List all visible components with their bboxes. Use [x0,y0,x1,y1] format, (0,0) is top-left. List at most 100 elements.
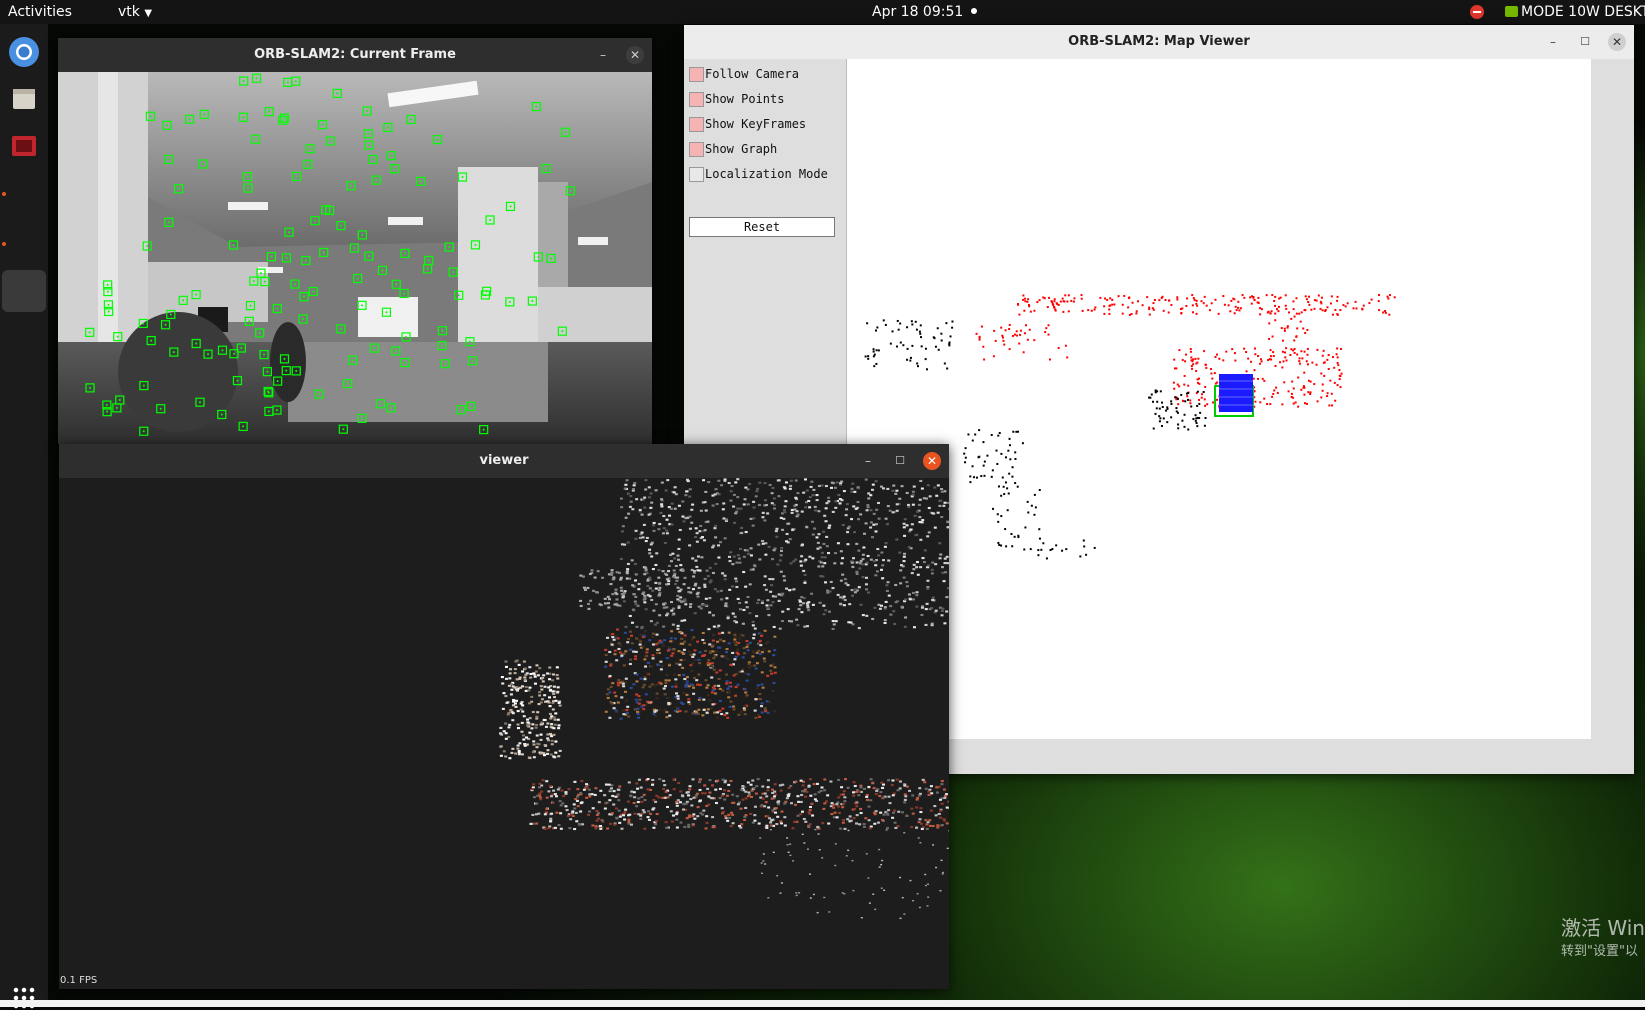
cloud-point [838,812,841,814]
map-point [1203,391,1205,393]
cloud-point [738,557,741,559]
map-point [1083,545,1085,547]
files-icon[interactable] [6,80,42,116]
map-point [1323,375,1325,377]
close-icon[interactable]: ✕ [923,452,941,470]
cloud-point [804,796,807,798]
map-point [996,450,998,452]
cloud-point [703,654,706,656]
map-point [1291,381,1293,383]
checkbox-box[interactable] [689,67,704,82]
map-point [1008,473,1010,475]
map-point [1334,400,1336,402]
checkbox-box[interactable] [689,117,704,132]
checkbox-box[interactable] [689,167,704,182]
active-app-slot[interactable] [2,270,46,312]
cloud-point [854,785,857,787]
map-point [1017,535,1019,537]
feature-dot [253,280,255,282]
map-point [1137,300,1139,302]
cloud-point [865,479,868,481]
point-cloud-viewport[interactable]: 0.1 FPS [59,478,949,989]
cloud-point [866,504,869,506]
cloud-point [718,678,721,680]
cloud-point [794,781,797,783]
cloud-point [848,603,851,605]
cloud-point [538,667,541,669]
cloud-point [714,536,717,538]
cloud-point [617,648,620,650]
map-point [1104,298,1106,300]
cloud-point [790,562,793,564]
app-menu[interactable]: vtk ▼ [118,4,152,20]
reset-button[interactable]: Reset [689,217,835,237]
title-bar[interactable]: viewer – ☐ ✕ [59,444,949,478]
cloud-point [776,875,778,876]
map-canvas[interactable] [847,59,1591,739]
cloud-point [738,602,741,604]
cloud-point [904,518,907,520]
cloud-point [761,862,763,863]
cloud-point [924,874,926,875]
close-icon[interactable]: ✕ [1608,33,1626,51]
close-icon[interactable]: ✕ [626,46,644,64]
cloud-point [675,819,678,821]
cloud-point [758,822,761,824]
cloud-point [847,850,849,851]
cloud-point [623,600,626,602]
minimize-icon[interactable]: – [594,46,612,64]
cloud-point [631,508,634,510]
clock[interactable]: Apr 18 09:51 [872,4,977,20]
map-point [1094,306,1096,308]
cloud-point [727,814,730,816]
chromium-icon[interactable] [6,34,42,70]
checkbox-box[interactable] [689,92,704,107]
cloud-point [915,827,918,829]
map-point [1005,545,1007,547]
checkbox-box[interactable] [689,142,704,157]
cloud-point [666,697,669,699]
cloud-point [719,788,722,790]
activities-button[interactable]: Activities [8,4,72,20]
terminal-icon[interactable] [6,128,42,164]
maximize-icon[interactable]: ☐ [1576,33,1594,51]
cloud-point [556,691,559,693]
cloud-point [604,602,607,604]
cloud-point [684,517,687,519]
title-bar[interactable]: ORB-SLAM2: Current Frame – ✕ [58,38,652,72]
minimize-icon[interactable]: – [1544,33,1562,51]
power-mode-label[interactable]: MODE 10W DESKTO [1521,4,1645,20]
cloud-point [698,697,701,699]
map-point [1029,329,1031,331]
map-point [1012,335,1014,337]
minimize-icon[interactable]: – [859,452,877,470]
cloud-point [682,516,685,518]
cloud-point [821,857,823,858]
cloud-point [816,783,819,785]
cloud-point [740,527,743,529]
cloud-point [810,897,812,898]
cloud-point [676,826,679,828]
cloud-point [666,806,669,808]
do-not-disturb-icon[interactable] [1470,5,1484,19]
cloud-point [599,790,602,792]
maximize-icon[interactable]: ☐ [891,452,909,470]
cloud-point [840,550,843,552]
cloud-point [930,607,933,609]
cloud-point [524,667,527,669]
cloud-point [731,485,734,487]
cloud-point [806,604,809,606]
cloud-point [746,549,749,551]
cloud-point [549,818,552,820]
map-point [1165,410,1167,412]
cloud-point [816,494,819,496]
running-indicator [2,192,6,196]
map-point [1024,332,1026,334]
cloud-point [628,781,631,783]
map-point [1274,313,1276,315]
cloud-point [771,809,774,811]
cloud-point [785,481,788,483]
title-bar[interactable]: ORB-SLAM2: Map Viewer – ☐ ✕ [684,25,1634,59]
cloud-point [912,504,915,506]
cloud-point [887,505,890,507]
